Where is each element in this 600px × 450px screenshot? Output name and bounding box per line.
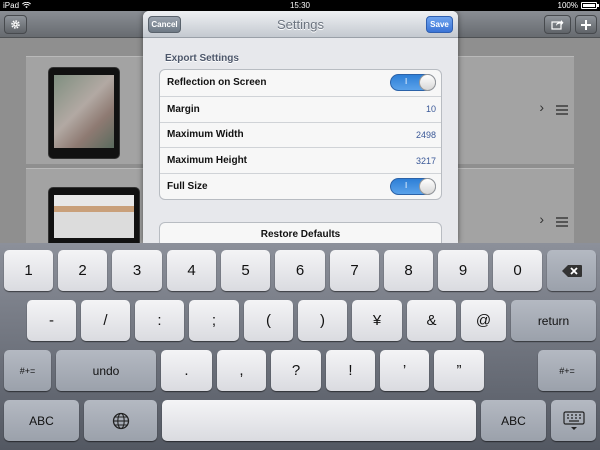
- key-open-paren[interactable]: (: [244, 300, 293, 341]
- key-hyphen[interactable]: -: [27, 300, 76, 341]
- key-quote[interactable]: ”: [434, 350, 484, 391]
- key-close-paren[interactable]: ): [298, 300, 347, 341]
- setting-label: Margin: [167, 103, 200, 115]
- setting-label: Maximum Width: [167, 129, 244, 141]
- chevron-right-icon: ›: [539, 99, 544, 115]
- key-apostrophe[interactable]: ’: [380, 350, 429, 391]
- modal-header: Cancel Settings Save: [143, 11, 458, 38]
- key-7[interactable]: 7: [330, 250, 379, 291]
- globe-key[interactable]: [84, 400, 157, 441]
- setting-label: Reflection on Screen: [167, 77, 267, 89]
- battery-percent: 100%: [557, 1, 578, 10]
- setting-row-max-width[interactable]: Maximum Width 2498: [160, 121, 441, 148]
- setting-label: Maximum Height: [167, 155, 248, 167]
- switch-knob[interactable]: [419, 178, 436, 196]
- key-0[interactable]: 0: [493, 250, 542, 291]
- globe-icon: [112, 412, 129, 429]
- settings-group: Reflection on Screen I Margin 10 Maximum…: [159, 69, 442, 200]
- reflection-switch[interactable]: I: [390, 74, 436, 91]
- full-size-switch[interactable]: I: [390, 178, 436, 196]
- key-comma[interactable]: ,: [217, 350, 266, 391]
- switch-knob[interactable]: [419, 74, 436, 91]
- grip-icon[interactable]: [556, 217, 568, 229]
- key-slash[interactable]: /: [81, 300, 130, 341]
- setting-row-reflection: Reflection on Screen I: [160, 70, 441, 96]
- backspace-key[interactable]: [547, 250, 596, 291]
- key-4[interactable]: 4: [167, 250, 216, 291]
- key-1[interactable]: 1: [4, 250, 53, 291]
- switch-on-text: I: [405, 181, 408, 191]
- status-bar: iPad 15:30 100%: [0, 0, 600, 11]
- key-9[interactable]: 9: [438, 250, 488, 291]
- setting-value: 3217: [415, 155, 436, 166]
- dismiss-keyboard-key[interactable]: [551, 400, 596, 441]
- modal-title: Settings: [277, 17, 324, 32]
- return-key[interactable]: return: [511, 300, 596, 341]
- section-title: Export Settings: [165, 53, 239, 64]
- more-symbols-key-left[interactable]: #+=: [4, 350, 51, 391]
- setting-label: Full Size: [167, 181, 208, 193]
- space-key[interactable]: [162, 400, 476, 441]
- add-button[interactable]: [575, 15, 597, 34]
- setting-row-max-height[interactable]: Maximum Height 3217: [160, 147, 441, 173]
- share-button[interactable]: [544, 15, 571, 34]
- status-time: 15:30: [289, 1, 311, 10]
- key-yen[interactable]: ¥: [352, 300, 402, 341]
- key-ampersand[interactable]: &: [407, 300, 456, 341]
- restore-defaults-button[interactable]: Restore Defaults: [159, 222, 442, 243]
- status-right: 100%: [557, 0, 599, 11]
- key-exclamation[interactable]: !: [326, 350, 375, 391]
- key-3[interactable]: 3: [112, 250, 162, 291]
- backspace-icon: [561, 264, 582, 277]
- battery-icon: [581, 2, 599, 9]
- item-thumbnail: [48, 187, 140, 243]
- grip-icon[interactable]: [556, 105, 568, 117]
- key-2[interactable]: 2: [58, 250, 107, 291]
- abc-key-right[interactable]: ABC: [481, 400, 546, 441]
- key-at[interactable]: @: [461, 300, 506, 341]
- chevron-right-icon: ›: [539, 211, 544, 227]
- key-6[interactable]: 6: [275, 250, 325, 291]
- settings-button[interactable]: [4, 15, 27, 34]
- switch-on-text: I: [405, 77, 408, 86]
- setting-row-full-size: Full Size I: [160, 173, 441, 199]
- more-symbols-key-right[interactable]: #+=: [538, 350, 596, 391]
- setting-value: 2498: [415, 129, 436, 140]
- key-question[interactable]: ?: [271, 350, 321, 391]
- setting-value: 10: [425, 104, 436, 115]
- gear-icon: [11, 20, 20, 29]
- key-colon[interactable]: :: [135, 300, 184, 341]
- undo-key[interactable]: undo: [56, 350, 156, 391]
- battery-fill: [583, 4, 595, 7]
- share-icon: [551, 20, 564, 30]
- key-8[interactable]: 8: [384, 250, 433, 291]
- keyboard: 1 2 3 4 5 6 7 8 9 0 - / : ; ( ) ¥ & @ re…: [0, 243, 600, 450]
- key-5[interactable]: 5: [221, 250, 270, 291]
- settings-modal: Cancel Settings Save Export Settings Ref…: [143, 11, 458, 243]
- item-thumbnail: [48, 67, 120, 159]
- plus-icon: [581, 19, 591, 30]
- key-semicolon[interactable]: ;: [189, 300, 239, 341]
- keyboard-dismiss-icon: [562, 410, 585, 430]
- setting-row-margin[interactable]: Margin 10: [160, 95, 441, 122]
- save-button[interactable]: Save: [426, 16, 453, 33]
- key-period[interactable]: .: [161, 350, 212, 391]
- abc-key-left[interactable]: ABC: [4, 400, 79, 441]
